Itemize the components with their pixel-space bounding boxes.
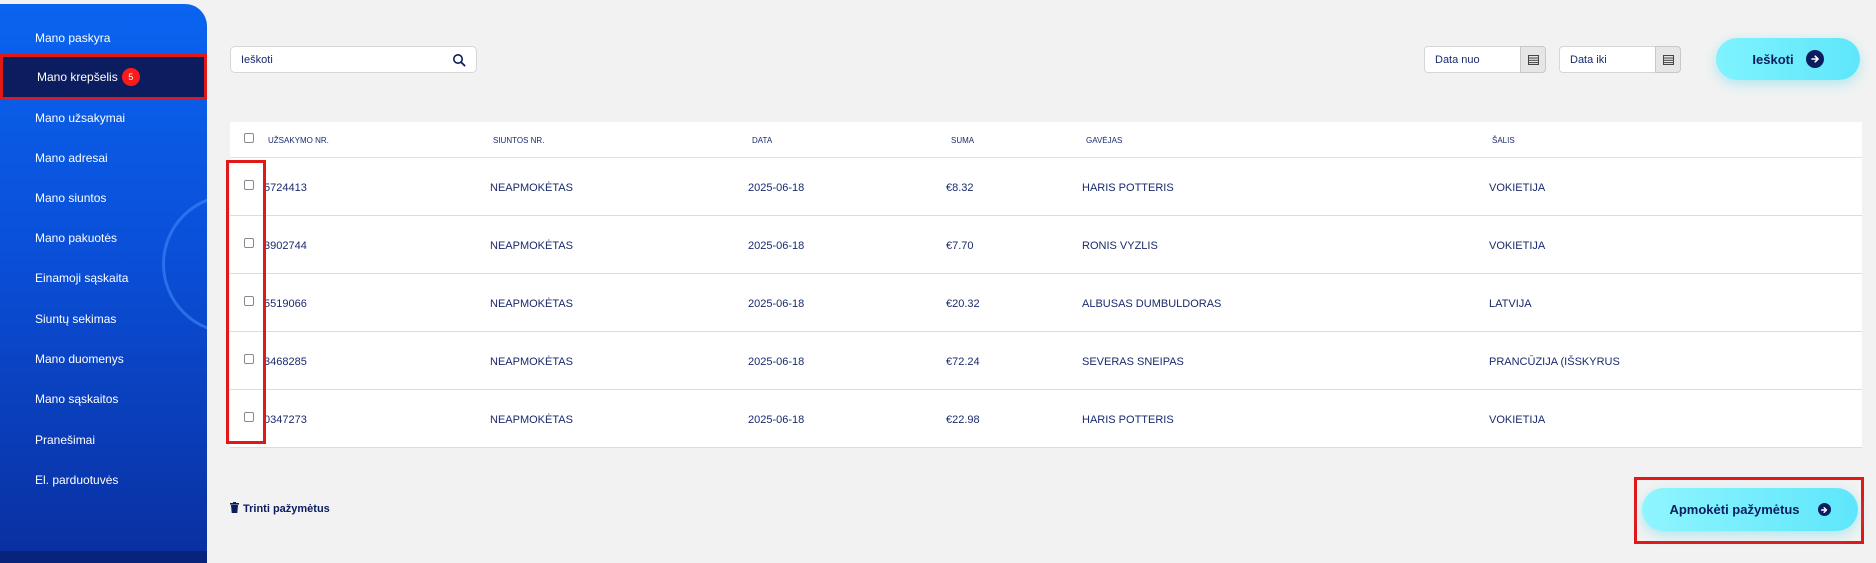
sidebar-item-label: Mano krepšelis [37, 70, 118, 84]
sidebar-bottom-strip [0, 551, 207, 563]
country: VOKIETIJA [1489, 182, 1546, 194]
shipment-no: NEAPMOKĖTAS [490, 240, 573, 252]
arrow-right-icon [1817, 503, 1831, 516]
sidebar-item-label: Mano paskyra [35, 31, 111, 45]
order-amount: €22.98 [946, 414, 980, 426]
pay-selected-label: Apmokėti pažymėtus [1669, 502, 1800, 517]
sidebar-item-label: Pranešimai [35, 433, 96, 447]
recipient: RONIS VYZLIS [1082, 240, 1158, 252]
search-icon[interactable] [452, 53, 466, 67]
recipient: HARIS POTTERIS [1082, 414, 1174, 426]
country: VOKIETIJA [1489, 240, 1546, 252]
sidebar-item-tracking[interactable]: Siuntų sekimas [0, 299, 207, 339]
order-no: 5724413 [264, 182, 307, 194]
date-to-input[interactable]: Data iki [1559, 46, 1655, 73]
order-no: 0347273 [264, 414, 307, 426]
header-date: DATA [752, 136, 773, 145]
header-amount: SUMA [951, 136, 975, 145]
table-row[interactable]: 3468285 NEAPMOKĖTAS 2025-06-18 €72.24 SE… [230, 332, 1862, 390]
sidebar-item-label: Einamoji sąskaita [35, 271, 129, 285]
order-date: 2025-06-18 [748, 298, 805, 310]
order-no: 5519066 [264, 298, 307, 310]
shipment-no: NEAPMOKĖTAS [490, 414, 573, 426]
sidebar: Mano paskyra Mano krepšelis 5 Mano užsaky… [0, 4, 207, 563]
header-country: ŠALIS [1492, 136, 1515, 145]
recipient: ALBUSAS DUMBULDORAS [1082, 298, 1222, 310]
date-to-field[interactable]: Data iki [1559, 46, 1681, 73]
search-input[interactable] [241, 53, 452, 66]
pay-selected-button[interactable]: Apmokėti pažymėtus [1642, 488, 1858, 531]
shipment-no: NEAPMOKĖTAS [490, 298, 573, 310]
order-date: 2025-06-18 [748, 182, 805, 194]
sidebar-item-my-account[interactable]: Mano paskyra [0, 18, 207, 58]
delete-selected-label: Trinti pažymėtus [243, 503, 330, 515]
sidebar-item-label: Siuntų sekimas [35, 312, 117, 326]
country: LATVIJA [1489, 298, 1532, 310]
table-row[interactable]: 0347273 NEAPMOKĖTAS 2025-06-18 €22.98 HA… [230, 390, 1862, 448]
table-header: UŽSAKYMO NR. SIUNTOS NR. DATA SUMA GAVĖJ… [230, 122, 1862, 158]
sidebar-item-my-orders[interactable]: Mano užsakymai [0, 98, 207, 138]
trash-icon [230, 502, 239, 516]
sidebar-item-my-addresses[interactable]: Mano adresai [0, 138, 207, 178]
order-amount: €72.24 [946, 356, 980, 368]
country: VOKIETIJA [1489, 414, 1546, 426]
row-checkbox[interactable] [244, 412, 254, 422]
country: PRANCŪZIJA (IŠSKYRUS [1489, 356, 1620, 368]
sidebar-item-my-cart[interactable]: Mano krepšelis 5 [0, 54, 207, 100]
sidebar-item-label: Mano sąskaitos [35, 392, 119, 406]
date-from-field[interactable]: Data nuo [1424, 46, 1546, 73]
row-checkbox[interactable] [244, 354, 254, 364]
header-order-no: UŽSAKYMO NR. [268, 136, 329, 145]
sidebar-item-label: Mano duomenys [35, 352, 124, 366]
sidebar-item-e-shops[interactable]: El. parduotuvės [0, 460, 207, 500]
select-all-checkbox[interactable] [244, 133, 254, 143]
order-no: 3468285 [264, 356, 307, 368]
search-field[interactable] [230, 46, 477, 73]
row-checkbox[interactable] [244, 238, 254, 248]
recipient: SEVERAS SNEIPAS [1082, 356, 1184, 368]
search-button-label: Ieškoti [1752, 51, 1794, 67]
row-checkbox[interactable] [244, 180, 254, 190]
cart-count-badge: 5 [121, 68, 140, 86]
sidebar-item-current-account[interactable]: Einamoji sąskaita [0, 258, 207, 298]
header-shipment-no: SIUNTOS NR. [493, 136, 545, 145]
sidebar-item-notifications[interactable]: Pranešimai [0, 420, 207, 460]
header-recipient: GAVĖJAS [1086, 136, 1123, 145]
shipment-no: NEAPMOKĖTAS [490, 182, 573, 194]
calendar-icon[interactable] [1655, 46, 1681, 73]
order-no: 3902744 [264, 240, 307, 252]
recipient: HARIS POTTERIS [1082, 182, 1174, 194]
order-amount: €7.70 [946, 240, 974, 252]
table-row[interactable]: 5724413 NEAPMOKĖTAS 2025-06-18 €8.32 HAR… [230, 158, 1862, 216]
sidebar-item-label: El. parduotuvės [35, 473, 119, 487]
orders-table: UŽSAKYMO NR. SIUNTOS NR. DATA SUMA GAVĖJ… [230, 122, 1862, 448]
order-date: 2025-06-18 [748, 240, 805, 252]
sidebar-item-my-packages[interactable]: Mano pakuotės [0, 218, 207, 258]
sidebar-item-label: Mano užsakymai [35, 111, 126, 125]
sidebar-item-my-invoices[interactable]: Mano sąskaitos [0, 379, 207, 419]
order-amount: €20.32 [946, 298, 980, 310]
sidebar-item-my-data[interactable]: Mano duomenys [0, 339, 207, 379]
calendar-icon[interactable] [1520, 46, 1546, 73]
row-checkbox[interactable] [244, 296, 254, 306]
arrow-right-icon [1805, 50, 1824, 68]
shipment-no: NEAPMOKĖTAS [490, 356, 573, 368]
order-amount: €8.32 [946, 182, 974, 194]
table-row[interactable]: 5519066 NEAPMOKĖTAS 2025-06-18 €20.32 AL… [230, 274, 1862, 332]
date-from-input[interactable]: Data nuo [1424, 46, 1520, 73]
sidebar-item-my-shipments[interactable]: Mano siuntos [0, 178, 207, 218]
search-button[interactable]: Ieškoti [1716, 38, 1860, 80]
sidebar-item-label: Mano adresai [35, 151, 108, 165]
sidebar-item-label: Mano pakuotės [35, 231, 118, 245]
sidebar-item-label: Mano siuntos [35, 191, 107, 205]
table-row[interactable]: 3902744 NEAPMOKĖTAS 2025-06-18 €7.70 RON… [230, 216, 1862, 274]
order-date: 2025-06-18 [748, 356, 805, 368]
order-date: 2025-06-18 [748, 414, 805, 426]
delete-selected-button[interactable]: Trinti pažymėtus [230, 502, 330, 516]
